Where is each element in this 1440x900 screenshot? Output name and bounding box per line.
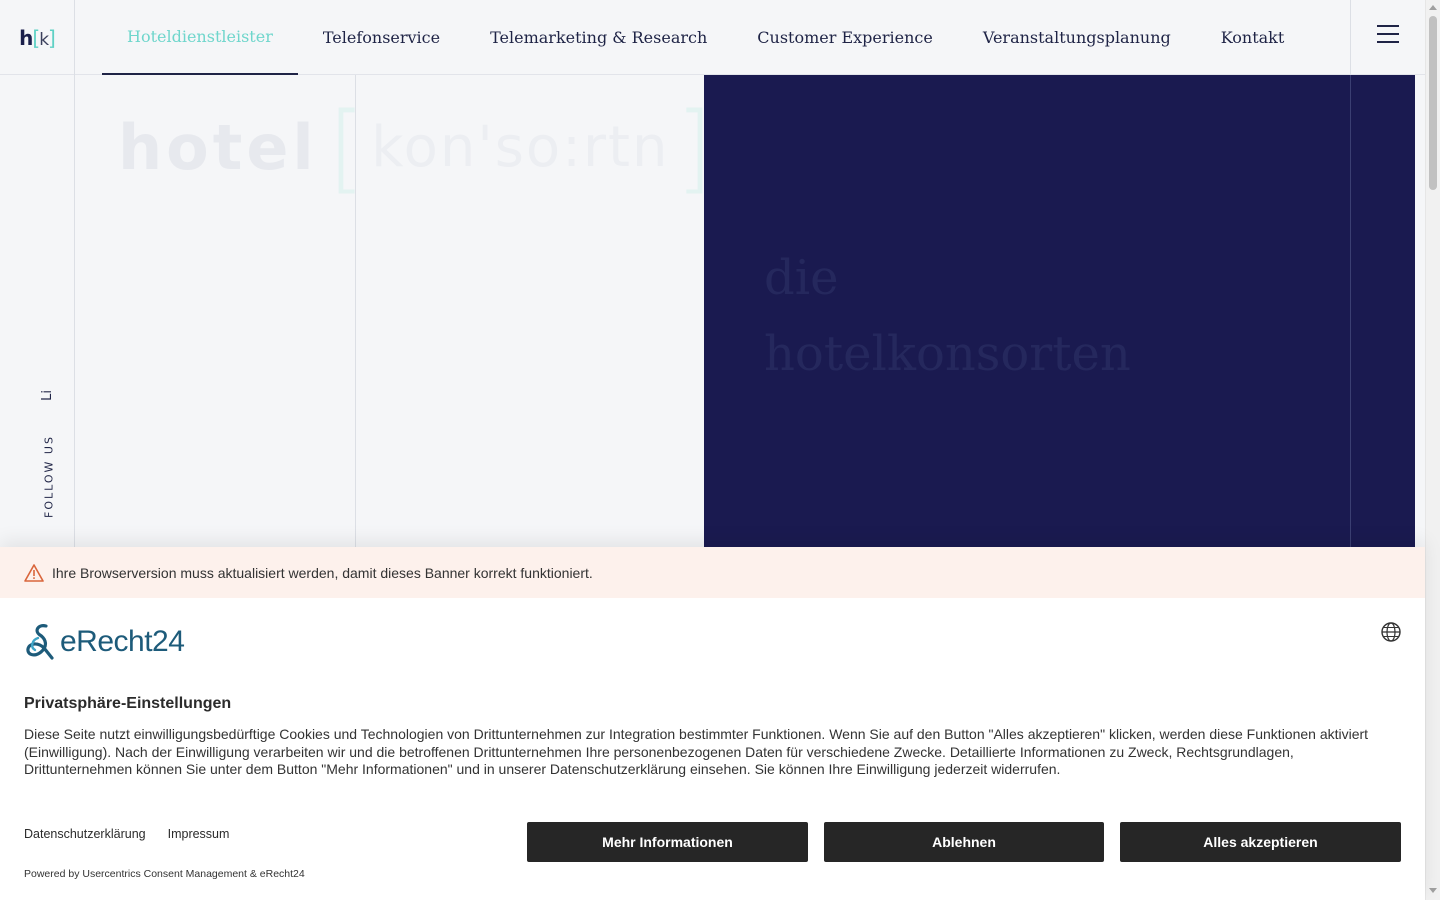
- more-information-button[interactable]: Mehr Informationen: [527, 822, 808, 862]
- watermark-phonetic: kon'so:rtn: [371, 115, 670, 180]
- logo-bracket-close: ]: [48, 25, 56, 50]
- logo-k: k: [39, 29, 49, 50]
- erecht24-symbol-icon: [26, 624, 54, 660]
- hero-panel: die hotelkonsorten: [704, 75, 1415, 550]
- menu-button[interactable]: [1350, 0, 1425, 75]
- nav-item-veranstaltungsplanung[interactable]: Veranstaltungsplanung: [958, 0, 1196, 75]
- nav-item-telefonservice[interactable]: Telefonservice: [298, 0, 465, 75]
- privacy-settings-description: Diese Seite nutzt einwilligungsbedürftig…: [24, 726, 1369, 777]
- privacy-policy-link[interactable]: Datenschutzerklärung: [24, 827, 146, 841]
- site-logo: h[k]: [19, 25, 56, 50]
- powered-by-text: Powered by Usercentrics Consent Manageme…: [24, 868, 305, 880]
- imprint-link[interactable]: Impressum: [168, 827, 230, 841]
- watermark-bold: hotel: [118, 111, 318, 184]
- hero-title-line-1: die: [764, 250, 839, 306]
- follow-us-label: FOLLOW US: [42, 435, 56, 518]
- warning-icon: [24, 563, 44, 582]
- hero-title: die hotelkonsorten: [764, 240, 1131, 392]
- page-scrollbar[interactable]: [1425, 0, 1440, 900]
- logo-h: h: [19, 25, 33, 50]
- scrollbar-thumb[interactable]: [1429, 16, 1437, 190]
- consent-banner: Ihre Browserversion muss aktualisiert we…: [0, 547, 1425, 900]
- banner-links: Datenschutzerklärung Impressum: [24, 827, 229, 841]
- nav-item-hoteldienstleister[interactable]: Hoteldienstleister: [102, 0, 298, 75]
- hero-watermark: hotel [ kon'so:rtn ]: [118, 91, 713, 204]
- hamburger-icon: [1377, 25, 1399, 43]
- scroll-down-icon[interactable]: [1429, 888, 1437, 893]
- erecht24-wordmark: eRecht24: [60, 625, 185, 658]
- warning-text: Ihre Browserversion muss aktualisiert we…: [52, 564, 593, 581]
- browser-warning: Ihre Browserversion muss aktualisiert we…: [0, 547, 1425, 598]
- hero-title-line-2: hotelkonsorten: [764, 326, 1131, 382]
- nav-item-telemarketing-research[interactable]: Telemarketing & Research: [465, 0, 732, 75]
- erecht24-logo: eRecht24: [24, 622, 185, 662]
- language-globe-icon[interactable]: [1380, 621, 1402, 643]
- logo-link[interactable]: h[k]: [0, 0, 75, 75]
- top-navigation-bar: h[k] Hoteldienstleister Telefonservice T…: [0, 0, 1425, 75]
- accept-all-button[interactable]: Alles akzeptieren: [1120, 822, 1401, 862]
- hero-panel-divider: [1350, 75, 1351, 550]
- nav-item-customer-experience[interactable]: Customer Experience: [732, 0, 958, 75]
- decline-button[interactable]: Ablehnen: [824, 822, 1104, 862]
- grid-line-left: [74, 75, 75, 550]
- follow-us: Li FOLLOW US: [38, 380, 64, 540]
- privacy-settings-title: Privatsphäre-Einstellungen: [24, 695, 232, 712]
- linkedin-icon[interactable]: Li: [40, 390, 55, 401]
- main-nav: Hoteldienstleister Telefonservice Telema…: [102, 0, 1309, 75]
- scroll-up-icon[interactable]: [1429, 5, 1437, 10]
- nav-item-kontakt[interactable]: Kontakt: [1196, 0, 1310, 75]
- watermark-bracket-open: [: [327, 91, 366, 204]
